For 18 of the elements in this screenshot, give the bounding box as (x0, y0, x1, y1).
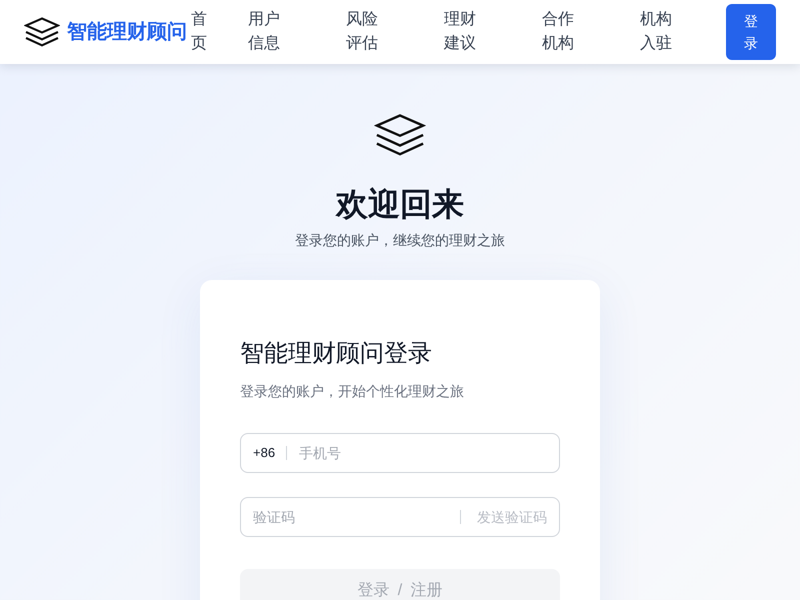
login-button[interactable]: 登录 (726, 4, 776, 60)
phone-field[interactable]: +86 手机号 (240, 433, 560, 473)
welcome-subtitle: 登录您的账户，继续您的理财之旅 (295, 231, 505, 250)
welcome-title: 欢迎回来 (336, 185, 464, 224)
nav-link[interactable]: 合作机构 (542, 8, 574, 56)
nav-link[interactable]: 风险评估 (346, 8, 378, 56)
login-subtitle: 登录您的账户，开始个性化理财之旅 (240, 382, 465, 401)
nav-link[interactable]: 机构入驻 (640, 8, 672, 56)
brand-name[interactable]: 智能理财顾问 (67, 18, 187, 46)
nav-link[interactable]: 用户信息 (248, 8, 280, 56)
layers-icon (374, 113, 426, 157)
verification-code-input[interactable]: 验证码 (253, 499, 452, 535)
country-code-label: +86 (253, 444, 276, 462)
layers-logo-icon (24, 17, 60, 47)
nav-link[interactable]: 首页 (191, 8, 207, 56)
phone-number-input[interactable]: 手机号 (299, 435, 547, 471)
login-title: 智能理财顾问登录 (240, 339, 433, 369)
nav-link[interactable]: 理财建议 (444, 8, 476, 56)
